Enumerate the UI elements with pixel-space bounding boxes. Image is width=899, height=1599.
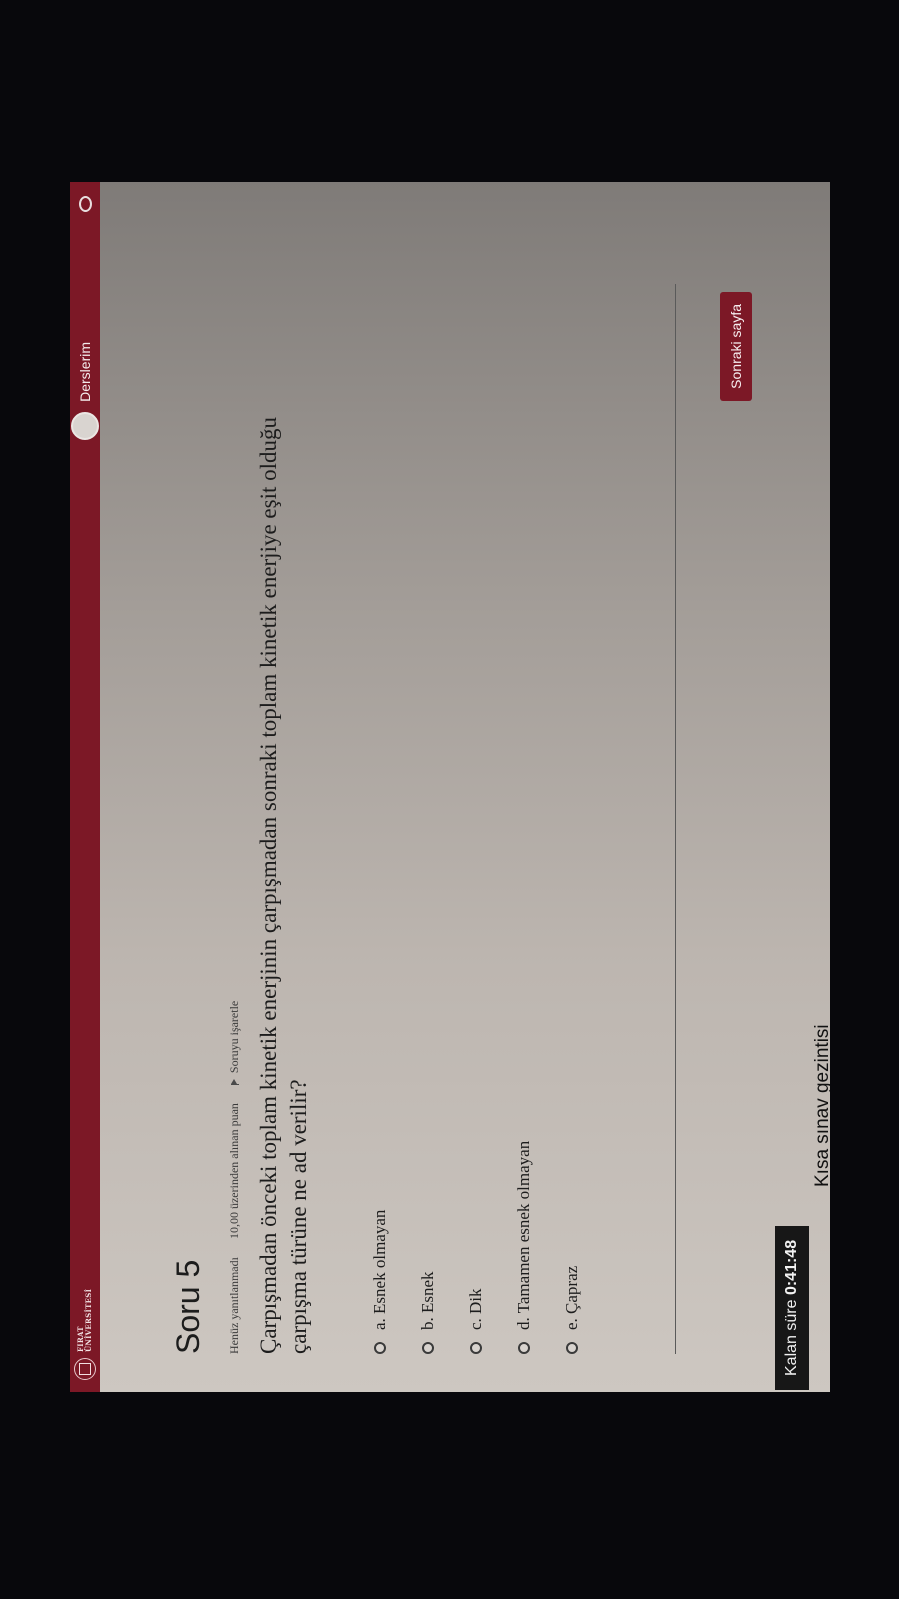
answer-option-a[interactable]: a. Esnek olmayan	[356, 264, 404, 1354]
answer-label-c: c. Dik	[466, 1288, 485, 1330]
radio-button-d[interactable]	[518, 1342, 530, 1354]
radio-button-c[interactable]	[470, 1342, 482, 1354]
question-points: 10,00 üzerinden alınan puan	[227, 1103, 241, 1240]
radio-button-a[interactable]	[374, 1342, 386, 1354]
logo-line2: ÜNİVERSİTESİ	[84, 1288, 93, 1352]
nav-right: Derslerim	[71, 196, 99, 440]
answer-option-d[interactable]: d. Tamamen esnek olmayan	[500, 264, 548, 1354]
question-content: Soru 5 Henüz yanıtlanmadı 10,00 üzerinde…	[170, 264, 596, 1354]
flag-icon	[230, 1077, 239, 1086]
question-status: Henüz yanıtlanmadı	[227, 1257, 241, 1354]
radio-button-b[interactable]	[422, 1342, 434, 1354]
timer-label: Kalan süre	[783, 1299, 800, 1377]
flag-question-label: Soruyu işaretle	[227, 1000, 241, 1074]
next-page-button[interactable]: Sonraki sayfa	[720, 292, 752, 401]
university-logo[interactable]: FIRAT ÜNİVERSİTESİ	[73, 1289, 97, 1380]
question-text: Çarpışmadan önceki toplam kinetik enerji…	[256, 416, 311, 1354]
quiz-navigation-link[interactable]: Kısa sınav gezintisi	[812, 1024, 830, 1187]
my-courses-link[interactable]: Derslerim	[77, 342, 93, 402]
answer-label-e: e. Çapraz	[562, 1265, 581, 1330]
university-seal-icon	[74, 1358, 96, 1380]
answer-label-d: d. Tamamen esnek olmayan	[514, 1140, 533, 1330]
answer-label-b: b. Esnek	[418, 1271, 437, 1330]
screen: FIRAT ÜNİVERSİTESİ Derslerim Soru 5 Henü…	[70, 182, 830, 1392]
answer-list: a. Esnek olmayan b. Esnek c. Dik d. Tama…	[356, 264, 596, 1354]
answer-option-c[interactable]: c. Dik	[452, 264, 500, 1354]
answer-option-b[interactable]: b. Esnek	[404, 264, 452, 1354]
divider	[675, 284, 676, 1354]
user-avatar[interactable]	[71, 411, 99, 440]
flag-question-link[interactable]: Soruyu işaretle	[227, 1000, 242, 1086]
question-meta: Henüz yanıtlanmadı 10,00 üzerinden alına…	[227, 264, 242, 1354]
top-navbar: FIRAT ÜNİVERSİTESİ Derslerim	[70, 182, 100, 1392]
radio-button-e[interactable]	[566, 1342, 578, 1354]
answer-label-a: a. Esnek olmayan	[370, 1209, 389, 1330]
timer-value: 0:41:48	[783, 1239, 800, 1296]
chat-icon[interactable]	[78, 196, 92, 212]
question-title: Soru 5	[170, 1259, 206, 1354]
time-remaining: Kalan süre 0:41:48	[775, 1225, 809, 1390]
logo-text: FIRAT ÜNİVERSİTESİ	[76, 1288, 93, 1352]
answer-option-e[interactable]: e. Çapraz	[548, 264, 596, 1354]
